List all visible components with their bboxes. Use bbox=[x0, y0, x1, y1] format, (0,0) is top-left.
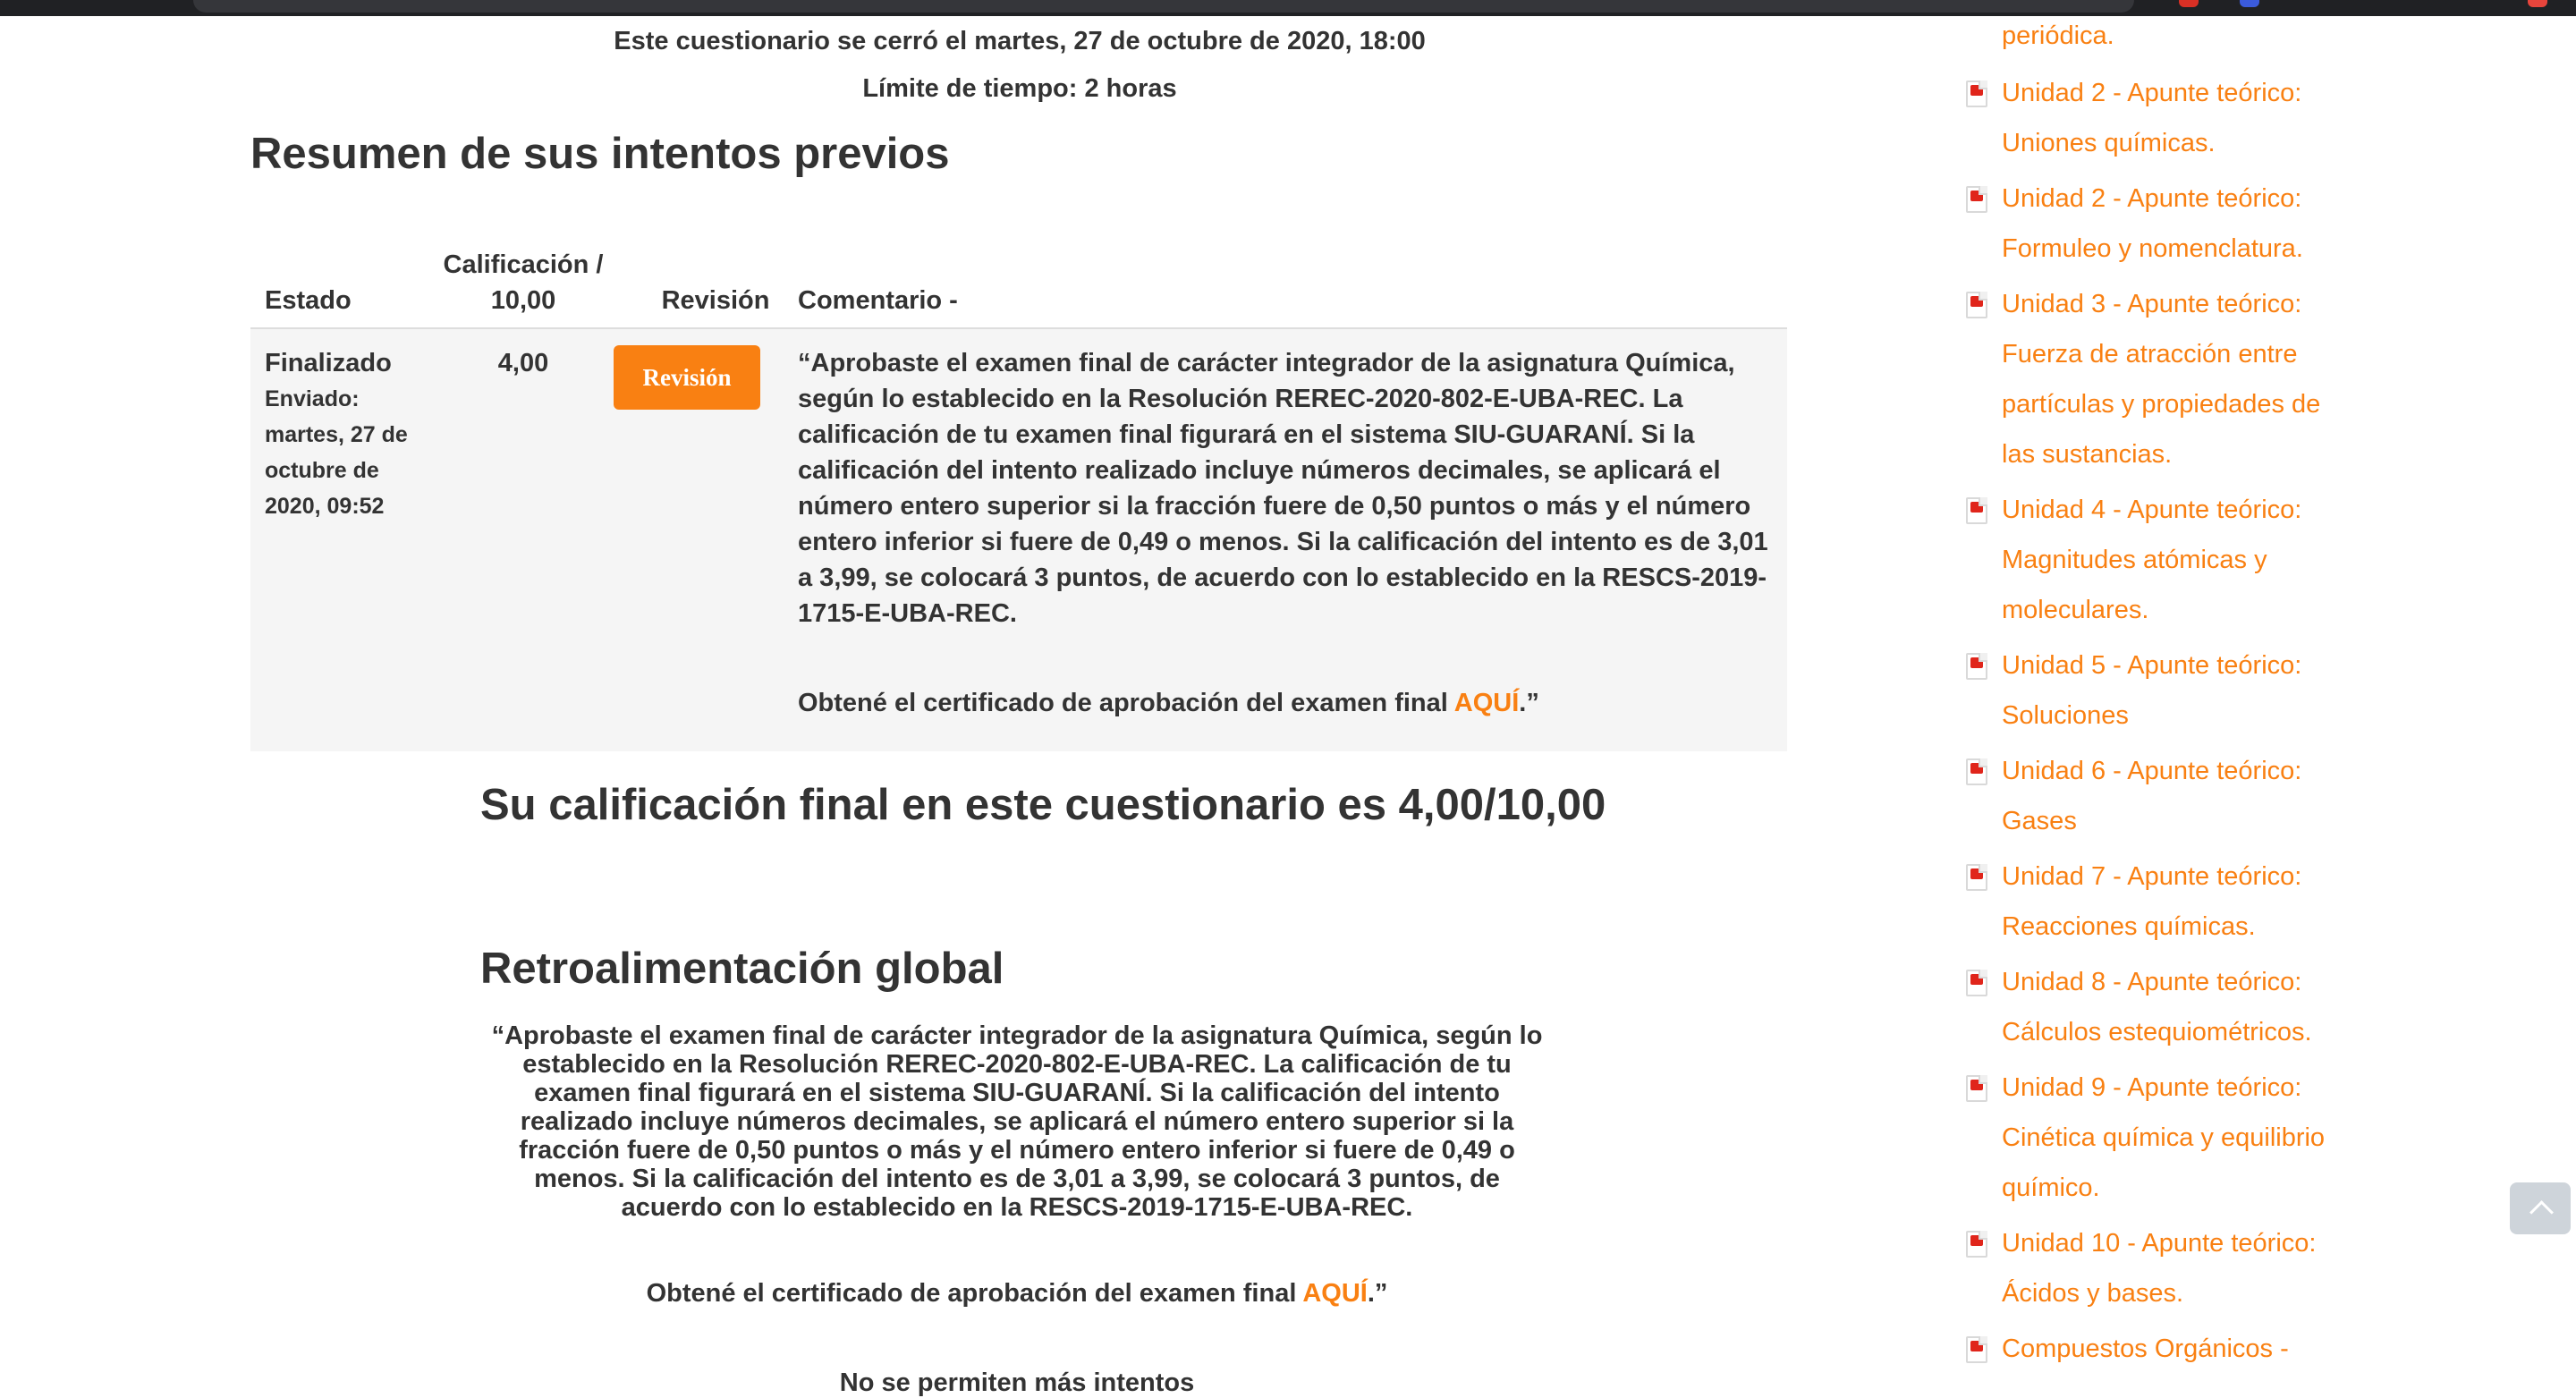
column-header-calificacion: Calificación / 10,00 bbox=[443, 250, 604, 315]
table-header: Estado Calificación / 10,00 Revisión Com… bbox=[250, 222, 1787, 329]
time-limit: Límite de tiempo: 2 horas bbox=[862, 74, 1177, 103]
sidebar-item-label[interactable]: Unidad 7 - Apunte teórico: Reacciones qu… bbox=[2002, 852, 2351, 952]
sidebar-item-label[interactable]: Unidad 3 - Apunte teórico: Fuerza de atr… bbox=[2002, 279, 2351, 479]
scroll-to-top-button[interactable] bbox=[2510, 1182, 2571, 1234]
sidebar-item-label[interactable]: Unidad 4 - Apunte teórico: Magnitudes at… bbox=[2002, 485, 2351, 635]
attempt-state-cell: Finalizado Enviado: martes, 27 de octubr… bbox=[265, 345, 408, 524]
column-header-estado: Estado bbox=[265, 286, 352, 315]
sidebar-item-label[interactable]: periódica. bbox=[2002, 11, 2351, 61]
quiz-main-content: Este cuestionario se cerró el martes, 27… bbox=[0, 16, 1843, 1397]
pdf-icon bbox=[1966, 80, 1987, 107]
address-bar[interactable] bbox=[193, 0, 2134, 13]
certificate-suffix: .” bbox=[1519, 689, 1539, 717]
pdf-icon bbox=[1966, 186, 1987, 213]
attempts-table: Estado Calificación / 10,00 Revisión Com… bbox=[250, 222, 1787, 751]
sidebar-item-label[interactable]: Unidad 2 - Apunte teórico: Uniones quími… bbox=[2002, 68, 2351, 168]
column-header-revision: Revisión bbox=[661, 286, 770, 315]
feedback-certificate-line: Obtené el certificado de aprobación del … bbox=[480, 1279, 1554, 1309]
pdf-icon bbox=[1966, 970, 1987, 996]
attempts-summary-heading: Resumen de sus intentos previos bbox=[250, 130, 950, 178]
pdf-icon bbox=[1966, 1075, 1987, 1102]
quiz-closed-notice: Este cuestionario se cerró el martes, 27… bbox=[614, 27, 1426, 55]
certificate-line: Obtené el certificado de aprobación del … bbox=[798, 685, 1773, 721]
course-resources-sidebar: periódica. Unidad 2 - Apunte teórico: Un… bbox=[1950, 0, 2361, 1379]
no-more-attempts-notice: No se permiten más intentos bbox=[839, 1368, 1195, 1397]
certificate-link[interactable]: AQUÍ bbox=[1454, 689, 1520, 717]
pdf-icon bbox=[1966, 758, 1987, 785]
final-grade-heading: Su calificación final en este cuestionar… bbox=[480, 781, 1606, 829]
attempt-state: Finalizado bbox=[265, 349, 392, 377]
pdf-icon bbox=[1966, 653, 1987, 680]
pdf-icon bbox=[1966, 1336, 1987, 1363]
sidebar-item-label[interactable]: Unidad 5 - Apunte teórico: Soluciones bbox=[2002, 640, 2351, 741]
pdf-icon bbox=[1966, 292, 1987, 318]
review-button[interactable]: Revisión bbox=[614, 345, 760, 410]
attempt-submitted-date: Enviado: martes, 27 de octubre de 2020, … bbox=[265, 386, 408, 519]
global-feedback-text: “Aprobaste el examen final de carácter i… bbox=[491, 1021, 1543, 1222]
sidebar-item-label[interactable]: Compuestos Orgánicos - bbox=[2002, 1324, 2351, 1374]
sidebar-item-label[interactable]: Unidad 2 - Apunte teórico: Formuleo y no… bbox=[2002, 174, 2351, 274]
attempt-comment: “Aprobaste el examen final de carácter i… bbox=[798, 345, 1773, 721]
feedback-certificate-prefix: Obtené el certificado de aprobación del … bbox=[646, 1279, 1303, 1308]
comment-text: “Aprobaste el examen final de carácter i… bbox=[798, 349, 1768, 628]
feedback-certificate-link[interactable]: AQUÍ bbox=[1302, 1279, 1368, 1308]
feedback-certificate-suffix: .” bbox=[1367, 1279, 1388, 1308]
table-row: Finalizado Enviado: martes, 27 de octubr… bbox=[250, 329, 1787, 751]
sidebar-item-label[interactable]: Unidad 9 - Apunte teórico: Cinética quím… bbox=[2002, 1063, 2351, 1213]
column-header-comentario: Comentario - bbox=[798, 286, 958, 315]
global-feedback-heading: Retroalimentación global bbox=[480, 945, 1004, 993]
pdf-icon bbox=[1966, 497, 1987, 524]
chevron-up-icon bbox=[2529, 1200, 2554, 1224]
pdf-icon bbox=[1966, 1231, 1987, 1258]
sidebar-item-label[interactable]: Unidad 6 - Apunte teórico: Gases bbox=[2002, 746, 2351, 846]
profile-avatar-icon[interactable] bbox=[2528, 0, 2547, 7]
attempt-grade: 4,00 bbox=[497, 349, 549, 377]
pdf-icon bbox=[1966, 864, 1987, 891]
sidebar-item-label[interactable]: Unidad 10 - Apunte teórico: Ácidos y bas… bbox=[2002, 1218, 2351, 1318]
certificate-prefix: Obtené el certificado de aprobación del … bbox=[798, 689, 1454, 717]
sidebar-item-label[interactable]: Unidad 8 - Apunte teórico: Cálculos este… bbox=[2002, 957, 2351, 1057]
